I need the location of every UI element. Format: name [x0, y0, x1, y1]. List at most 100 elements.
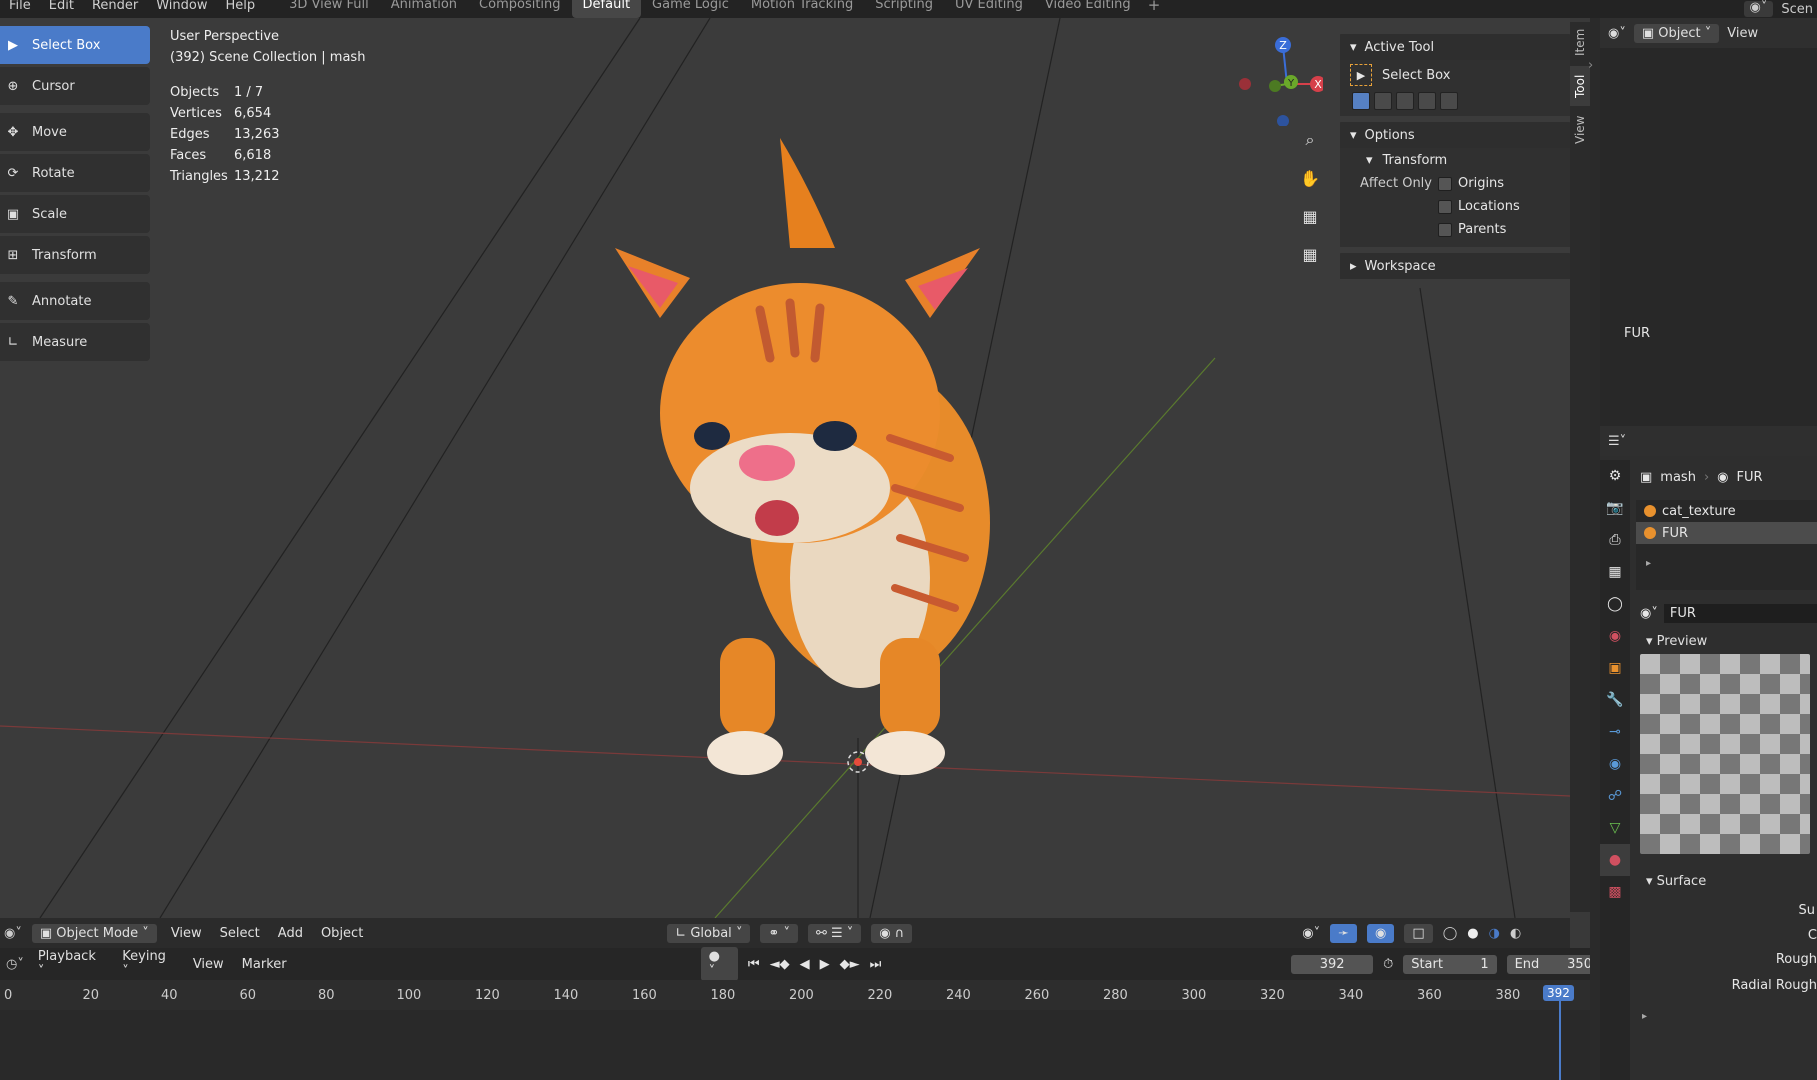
3d-viewport[interactable]: ▶ Select Box ⊕ Cursor ✥ Move ⟳ Rotate ▣ …: [0, 18, 1570, 918]
timeline-tracks[interactable]: [0, 1010, 1600, 1080]
tool-annotate[interactable]: ✎ Annotate: [0, 282, 150, 320]
tool-settings-icon[interactable]: ⚙: [1600, 460, 1630, 492]
mode-subtract-icon[interactable]: [1396, 92, 1414, 110]
visibility-icon[interactable]: ◉˅: [1302, 926, 1320, 941]
active-tool-header[interactable]: ▾ Active Tool: [1340, 34, 1570, 60]
start-frame-field[interactable]: Start 1: [1403, 954, 1497, 974]
playback-menu[interactable]: Playback ˅: [34, 949, 108, 979]
play-icon[interactable]: ▶: [820, 957, 830, 972]
menu-window[interactable]: Window: [147, 0, 216, 12]
menu-file[interactable]: File: [0, 0, 40, 12]
grid-perspective-icon[interactable]: ▦: [1298, 242, 1322, 266]
menu-add[interactable]: Add: [274, 926, 307, 941]
menu-edit[interactable]: Edit: [40, 0, 83, 12]
tab-motion-tracking[interactable]: Motion Tracking: [740, 0, 864, 18]
outliner[interactable]: ◉˅ ▣ Object ˅ View FUR ›: [1588, 18, 1817, 426]
data-icon[interactable]: ▽: [1600, 812, 1630, 844]
shading-rendered-icon[interactable]: ◐: [1510, 926, 1521, 941]
jump-start-icon[interactable]: ⏮: [748, 957, 760, 972]
mode-invert-icon[interactable]: [1418, 92, 1436, 110]
end-frame-field[interactable]: End 350: [1506, 954, 1600, 974]
object-icon[interactable]: ▣: [1600, 652, 1630, 684]
menu-select[interactable]: Select: [216, 926, 264, 941]
tab-3d-view-full[interactable]: 3D View Full: [278, 0, 380, 18]
material-slot[interactable]: cat_texture: [1636, 500, 1817, 522]
keying-menu[interactable]: Keying ˅: [118, 949, 179, 979]
menu-render[interactable]: Render: [83, 0, 147, 12]
physics-icon[interactable]: ◉: [1600, 748, 1630, 780]
shading-wireframe-icon[interactable]: ◯: [1443, 926, 1458, 941]
tab-uv-editing[interactable]: UV Editing: [944, 0, 1034, 18]
tab-game-logic[interactable]: Game Logic: [641, 0, 740, 18]
snap-toggle[interactable]: ⚯ ☰ ˅: [807, 923, 862, 943]
tab-video-editing[interactable]: Video Editing: [1034, 0, 1142, 18]
shading-material-icon[interactable]: ◑: [1489, 926, 1500, 941]
properties-type-icon[interactable]: ☰˅: [1608, 434, 1626, 449]
current-frame-field[interactable]: 392: [1291, 954, 1374, 974]
preview-header[interactable]: ▾ Preview: [1636, 628, 1817, 654]
tab-animation[interactable]: Animation: [380, 0, 468, 18]
orientation-dropdown[interactable]: ∟ Global ˅: [667, 923, 751, 943]
locations-checkbox[interactable]: [1438, 199, 1452, 214]
scene-icon[interactable]: ◉˅: [1743, 1, 1774, 17]
tool-move[interactable]: ✥ Move: [0, 113, 150, 151]
scene-name[interactable]: Scen: [1781, 2, 1813, 17]
modifier-icon[interactable]: 🔧: [1600, 684, 1630, 716]
shading-solid-icon[interactable]: ●: [1467, 926, 1478, 941]
particles-icon[interactable]: ⊸: [1600, 716, 1630, 748]
zoom-icon[interactable]: ⌕: [1298, 128, 1322, 152]
expand-right-icon[interactable]: ▸: [1642, 1011, 1647, 1022]
timeline-view-menu[interactable]: View: [189, 957, 228, 972]
mode-set-icon[interactable]: [1352, 92, 1370, 110]
material-name-field[interactable]: FUR: [1663, 603, 1817, 623]
material-icon[interactable]: ●: [1600, 844, 1630, 876]
editor-type-icon[interactable]: ◉˅: [4, 926, 22, 941]
next-keyframe-icon[interactable]: ◆►: [840, 957, 860, 972]
editor-type-icon[interactable]: ◷˅: [6, 957, 24, 972]
tab-default[interactable]: Default: [571, 0, 642, 18]
marker-menu[interactable]: Marker: [238, 957, 291, 972]
expand-right-icon[interactable]: ▸: [1636, 544, 1817, 569]
world-icon[interactable]: ◉: [1600, 620, 1630, 652]
stopwatch-icon[interactable]: ⏱: [1383, 957, 1393, 972]
surface-field[interactable]: Su: [1636, 894, 1817, 928]
tool-scale[interactable]: ▣ Scale: [0, 195, 150, 233]
transform-subheader[interactable]: ▾ Transform: [1340, 148, 1570, 172]
scene-icon[interactable]: ◯: [1600, 588, 1630, 620]
surface-header[interactable]: ▾ Surface: [1636, 868, 1817, 894]
texture-icon[interactable]: ▩: [1600, 876, 1630, 908]
camera-icon[interactable]: ▦: [1298, 204, 1322, 228]
mode-intersect-icon[interactable]: [1440, 92, 1458, 110]
expand-right-icon[interactable]: ›: [1588, 58, 1593, 73]
outliner-view-menu[interactable]: View: [1727, 26, 1758, 41]
tab-scripting[interactable]: Scripting: [864, 0, 944, 18]
gizmo-toggle-icon[interactable]: ➛: [1330, 923, 1358, 943]
constraints-icon[interactable]: ☍: [1600, 780, 1630, 812]
navigation-gizmo[interactable]: Z X Y: [1233, 26, 1323, 126]
play-reverse-icon[interactable]: ◀: [800, 957, 810, 972]
display-mode-icon[interactable]: ◉˅: [1608, 26, 1626, 41]
parents-checkbox[interactable]: [1438, 222, 1452, 237]
pivot-dropdown[interactable]: ⚭ ˅: [760, 923, 798, 943]
tab-view[interactable]: View: [1570, 110, 1590, 150]
tool-measure[interactable]: ∟ Measure: [0, 323, 150, 361]
menu-view[interactable]: View: [167, 926, 206, 941]
mode-dropdown[interactable]: ▣ Object Mode ˅: [31, 923, 157, 943]
hand-pan-icon[interactable]: ✋: [1298, 166, 1322, 190]
menu-help[interactable]: Help: [217, 0, 265, 12]
material-slot[interactable]: FUR: [1636, 522, 1817, 544]
tool-cursor[interactable]: ⊕ Cursor: [0, 67, 150, 105]
view-layer-icon[interactable]: ▦: [1600, 556, 1630, 588]
workspace-header[interactable]: ▸ Workspace: [1340, 253, 1570, 279]
render-icon[interactable]: 📷: [1600, 492, 1630, 524]
tab-tool[interactable]: Tool: [1570, 66, 1590, 106]
tab-compositing[interactable]: Compositing: [468, 0, 572, 18]
xray-toggle-icon[interactable]: □: [1404, 923, 1433, 943]
playhead-frame-label[interactable]: 392: [1543, 985, 1574, 1001]
material-browse-icon[interactable]: ◉˅: [1640, 606, 1658, 621]
output-icon[interactable]: ⎙: [1600, 524, 1630, 556]
timeline-ruler[interactable]: 0 20 40 60 80 100 120 140 160 180 200 220 240 260 280 3…: [0, 980, 1600, 1010]
options-header[interactable]: ▾ Options: [1340, 122, 1570, 148]
prev-keyframe-icon[interactable]: ◄◆: [770, 957, 790, 972]
tool-transform[interactable]: ⊞ Transform: [0, 236, 150, 274]
